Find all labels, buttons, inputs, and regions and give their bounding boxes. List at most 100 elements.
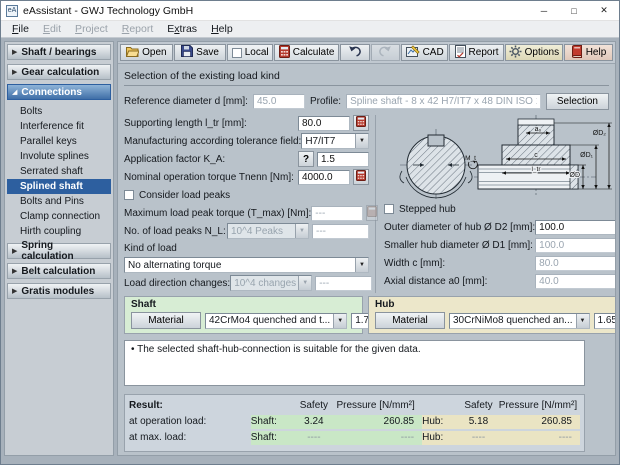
hub-material-button[interactable]: Material bbox=[375, 312, 445, 329]
save-button[interactable]: Save bbox=[173, 44, 227, 61]
chevron-down-icon[interactable]: ▼ bbox=[575, 313, 589, 328]
app-icon: eA bbox=[6, 4, 18, 17]
sidebar-item-gear-calculation[interactable]: ▶ Gear calculation bbox=[7, 64, 111, 80]
app-window: eA eAssistant - GWJ Technology GmbH ─ □ … bbox=[0, 0, 620, 465]
local-toggle[interactable]: Local bbox=[227, 44, 273, 61]
profile-input[interactable] bbox=[346, 94, 541, 109]
calculator-icon bbox=[278, 44, 290, 61]
sidebar-item-bolts-and-pins[interactable]: Bolts and Pins bbox=[7, 194, 111, 209]
sidebar-item-belt-calculation[interactable]: ▶ Belt calculation bbox=[7, 263, 111, 279]
menu-file[interactable]: File bbox=[5, 22, 36, 36]
consider-load-peaks-checkbox[interactable] bbox=[124, 190, 134, 200]
report-button[interactable]: Report bbox=[449, 44, 504, 61]
options-button[interactable]: Options bbox=[504, 44, 563, 61]
pressure-column-header: Pressure [N/mm²] bbox=[498, 400, 578, 411]
load-direction-input bbox=[315, 275, 373, 291]
sidebar-item-spring-calculation[interactable]: ▶ Spring calculation bbox=[7, 240, 111, 262]
redo-button bbox=[370, 44, 400, 61]
chevron-down-icon[interactable]: ▼ bbox=[355, 258, 368, 272]
sidebar-item-gratis-modules[interactable]: ▶ Gratis modules bbox=[7, 283, 111, 299]
sidebar-item-bolts[interactable]: Bolts bbox=[7, 104, 111, 119]
open-button[interactable]: Open bbox=[120, 44, 173, 61]
menu-edit: Edit bbox=[42, 23, 62, 35]
chevron-down-icon[interactable]: ▼ bbox=[355, 134, 368, 148]
mini-calculator-icon bbox=[356, 170, 366, 184]
stepped-hub-label: Stepped hub bbox=[399, 203, 456, 215]
result-hub-safety: ---- bbox=[458, 431, 499, 445]
content-area: Selection of the existing load kind Refe… bbox=[118, 64, 615, 455]
hub-material-select[interactable]: 30CrNiMo8 quenched an... ▼ bbox=[449, 312, 590, 329]
outer-diameter-input[interactable] bbox=[535, 219, 615, 235]
nominal-torque-calculator-button[interactable] bbox=[353, 169, 369, 185]
hub-material-number-select[interactable]: 1.6580 ▼ bbox=[593, 312, 615, 329]
shaft-material-panel: Shaft Material 42CrMo4 quenched and t...… bbox=[124, 296, 400, 334]
results-panel: Result: Safety Pressure [N/mm²] Safety P… bbox=[124, 394, 585, 452]
collapsed-arrow-icon: ▶ bbox=[12, 69, 18, 76]
width-c-input bbox=[535, 255, 615, 271]
chevron-down-icon: ▼ bbox=[295, 224, 308, 238]
cad-button[interactable]: CAD bbox=[400, 44, 449, 61]
reference-diameter-input[interactable] bbox=[252, 94, 305, 109]
maximize-button[interactable]: □ bbox=[559, 1, 589, 20]
undo-button[interactable] bbox=[340, 44, 370, 61]
selection-button[interactable]: Selection bbox=[545, 93, 609, 110]
result-shaft-pressure: ---- bbox=[336, 431, 423, 445]
help-button[interactable]: Help bbox=[563, 44, 614, 61]
axial-distance-label: Axial distance a0 [mm]: bbox=[384, 275, 488, 287]
local-checkbox[interactable] bbox=[231, 47, 242, 58]
max-peak-torque-input bbox=[311, 205, 364, 221]
dim-d-label: ØD bbox=[570, 172, 581, 179]
mini-calculator-icon bbox=[367, 206, 378, 220]
window-title: eAssistant - GWJ Technology GmbH bbox=[23, 4, 194, 17]
open-folder-icon bbox=[125, 46, 140, 60]
status-message: • The selected shaft-hub-connection is s… bbox=[131, 344, 421, 355]
sidebar-item-connections[interactable]: ◢ Connections bbox=[7, 84, 111, 100]
supporting-length-input[interactable] bbox=[298, 115, 350, 131]
result-hub-label: Hub: bbox=[422, 431, 459, 445]
result-shaft-safety: 3.24 bbox=[291, 415, 337, 429]
menu-extras[interactable]: Extras bbox=[160, 22, 204, 36]
menubar: File Edit Project Report Extras Help bbox=[1, 21, 619, 38]
sidebar-item-parallel-keys[interactable]: Parallel keys bbox=[7, 134, 111, 149]
menu-help[interactable]: Help bbox=[204, 22, 240, 36]
sidebar-item-splined-shaft[interactable]: Splined shaft bbox=[7, 179, 111, 194]
sidebar-item-involute-splines[interactable]: Involute splines bbox=[7, 149, 111, 164]
sidebar-item-interference-fit[interactable]: Interference fit bbox=[7, 119, 111, 134]
sidebar-item-serrated-shaft[interactable]: Serrated shaft bbox=[7, 164, 111, 179]
max-peak-torque-label: Maximum load peak torque (T_max) [Nm]: bbox=[124, 207, 312, 219]
result-shaft-label: Shaft: bbox=[250, 415, 292, 429]
load-peaks-input bbox=[312, 223, 369, 239]
undo-icon bbox=[348, 45, 362, 60]
sidebar-item-shaft-bearings[interactable]: ▶ Shaft / bearings bbox=[7, 44, 111, 60]
minimize-button[interactable]: ─ bbox=[529, 1, 559, 20]
materials-row: Shaft Material 42CrMo4 quenched and t...… bbox=[124, 296, 615, 334]
close-button[interactable]: ✕ bbox=[589, 1, 619, 20]
hub-panel-title: Hub bbox=[375, 299, 395, 310]
chevron-down-icon[interactable]: ▼ bbox=[333, 313, 347, 328]
load-direction-label: Load direction changes: bbox=[124, 277, 231, 289]
help-book-icon bbox=[571, 44, 583, 61]
result-hub-label: Hub: bbox=[422, 415, 459, 429]
nominal-torque-input[interactable] bbox=[298, 169, 350, 185]
application-factor-input[interactable] bbox=[317, 151, 369, 167]
results-title: Result: bbox=[129, 400, 163, 411]
menu-report: Report bbox=[121, 23, 154, 35]
safety-column-header: Safety bbox=[299, 400, 329, 411]
kind-of-load-select[interactable]: No alternating torque ▼ bbox=[124, 257, 369, 273]
sidebar-item-clamp-connection[interactable]: Clamp connection bbox=[7, 209, 111, 224]
supporting-length-calculator-button[interactable] bbox=[353, 115, 369, 131]
shaft-material-select[interactable]: 42CrMo4 quenched and t... ▼ bbox=[205, 312, 348, 329]
redo-icon bbox=[378, 45, 392, 60]
sidebar-item-hirth-coupling[interactable]: Hirth coupling bbox=[7, 224, 111, 239]
dim-d1-label: ØD₁ bbox=[580, 152, 594, 159]
stepped-hub-checkbox[interactable] bbox=[384, 204, 394, 214]
tolerance-field-select[interactable]: H7/IT7 ▼ bbox=[301, 133, 369, 149]
application-factor-help-button[interactable]: ? bbox=[298, 151, 314, 167]
calculate-button[interactable]: Calculate bbox=[273, 44, 340, 61]
mini-calculator-icon bbox=[356, 116, 366, 130]
result-shaft-safety: ---- bbox=[291, 431, 337, 445]
result-shaft-label: Shaft: bbox=[250, 431, 292, 445]
save-floppy-icon bbox=[181, 45, 194, 60]
load-direction-select: 10^4 changes ▼ bbox=[230, 275, 313, 291]
shaft-material-button[interactable]: Material bbox=[131, 312, 201, 329]
